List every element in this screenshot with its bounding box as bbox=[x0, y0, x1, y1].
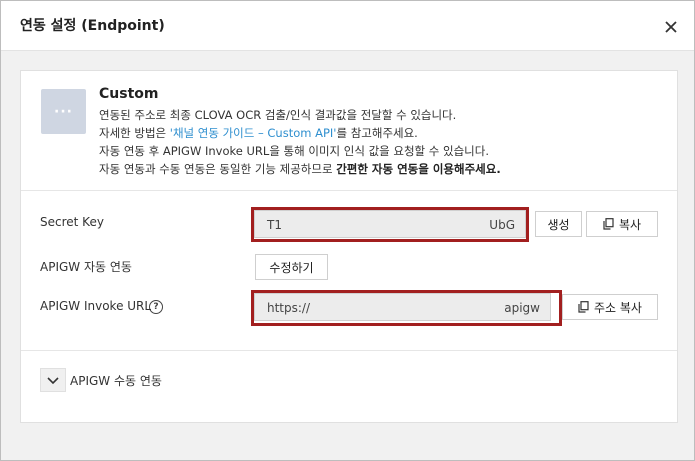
custom-integration-card: ··· Custom 연동된 주소로 최종 CLOVA OCR 검출/인식 결과… bbox=[20, 70, 678, 423]
edit-button-label: 수정하기 bbox=[269, 260, 314, 275]
secret-key-highlight bbox=[251, 207, 529, 242]
description-line-4-emphasis: 간편한 자동 연동을 이용해주세요. bbox=[336, 162, 501, 176]
copy-icon bbox=[603, 218, 614, 230]
copy-button-label: 복사 bbox=[618, 217, 642, 232]
invoke-url-highlight bbox=[251, 290, 562, 326]
dialog-title: 연동 설정 (Endpoint) bbox=[20, 18, 165, 34]
description-line-3: 자동 연동 후 APIGW Invoke URL을 통해 이미지 인식 값을 요… bbox=[99, 144, 489, 158]
description-line-2: 자세한 방법은 '채널 연동 가이드 – Custom API'를 참고해주세요… bbox=[99, 125, 418, 141]
description-line-2-text: 자세한 방법은 bbox=[99, 126, 170, 140]
generate-button-label: 생성 bbox=[547, 217, 570, 232]
manual-integration-toggle[interactable] bbox=[40, 368, 66, 392]
apigw-auto-label: APIGW 자동 연동 bbox=[40, 260, 132, 274]
description-line-4-text: 자동 연동과 수동 연동은 동일한 기능 제공하므로 bbox=[99, 162, 337, 176]
description-line-2-suffix: 를 참고해주세요. bbox=[336, 126, 418, 140]
divider bbox=[21, 190, 677, 191]
copy-url-button[interactable]: 주소 복사 bbox=[562, 294, 658, 320]
secret-key-label: Secret Key bbox=[40, 215, 104, 229]
copy-secret-key-button[interactable]: 복사 bbox=[586, 211, 658, 237]
endpoint-settings-dialog: 연동 설정 (Endpoint) ··· Custom 연동된 주소로 최종 C… bbox=[0, 0, 695, 461]
close-icon[interactable] bbox=[662, 18, 680, 36]
channel-guide-link[interactable]: '채널 연동 가이드 – Custom API' bbox=[170, 126, 337, 140]
help-icon[interactable]: ? bbox=[149, 300, 163, 314]
custom-app-icon: ··· bbox=[41, 89, 86, 134]
apigw-manual-label[interactable]: APIGW 수동 연동 bbox=[70, 372, 162, 389]
chevron-down-icon bbox=[47, 377, 59, 385]
ellipsis-icon: ··· bbox=[54, 104, 73, 120]
description-line-1: 연동된 주소로 최종 CLOVA OCR 검출/인식 결과값을 전달할 수 있습… bbox=[99, 108, 457, 122]
invoke-url-label: APIGW Invoke URL bbox=[40, 299, 152, 313]
dialog-header: 연동 설정 (Endpoint) bbox=[1, 1, 694, 51]
edit-button[interactable]: 수정하기 bbox=[255, 254, 328, 280]
generate-button[interactable]: 생성 bbox=[535, 211, 582, 237]
description-line-4: 자동 연동과 수동 연동은 동일한 기능 제공하므로 간편한 자동 연동을 이용… bbox=[99, 161, 501, 177]
copy-icon bbox=[578, 301, 589, 313]
divider bbox=[21, 350, 677, 351]
copy-url-button-label: 주소 복사 bbox=[594, 300, 642, 315]
custom-title: Custom bbox=[99, 86, 159, 102]
